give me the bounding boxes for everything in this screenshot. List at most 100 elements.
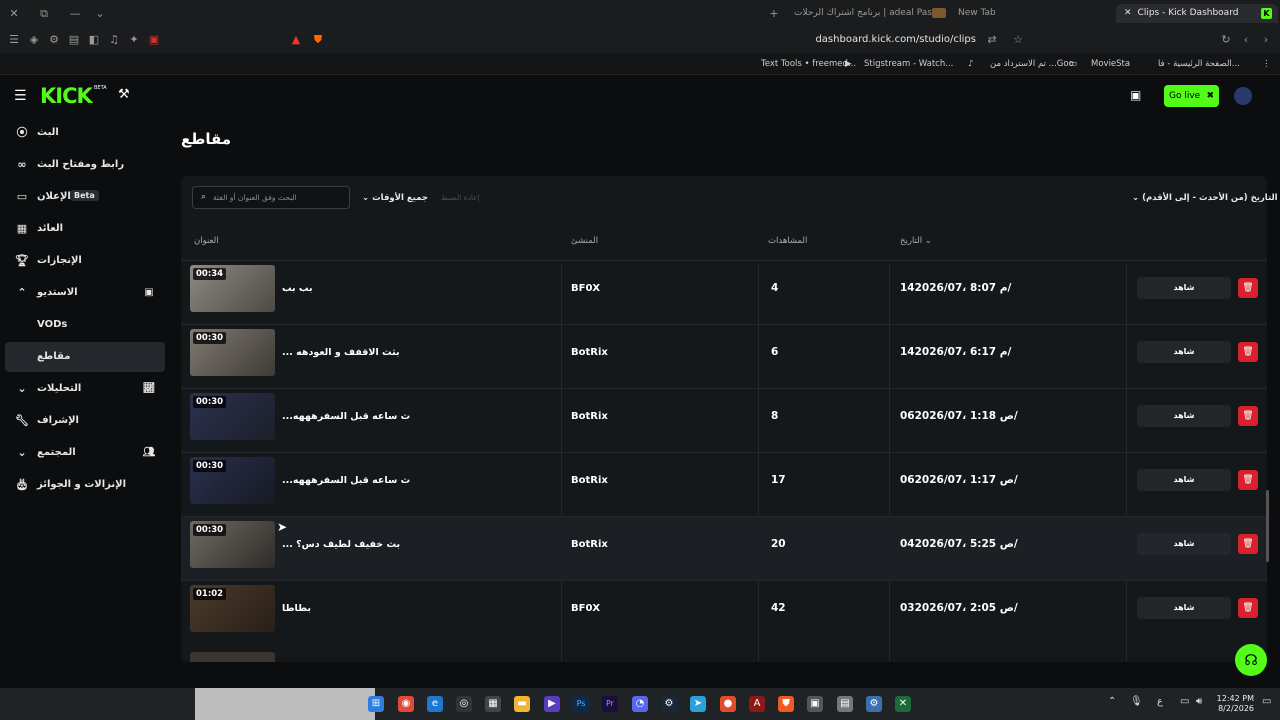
- clip-title[interactable]: ... بث خفيف لطيف دس؟: [282, 517, 400, 572]
- delete-button[interactable]: 🗑︎: [1238, 598, 1258, 618]
- reset-button[interactable]: إعادة الضبط: [441, 189, 480, 207]
- telegram-icon[interactable]: ➤: [690, 696, 706, 712]
- sidebar-icon[interactable]: ◧: [86, 27, 102, 53]
- bookmark-item[interactable]: Text Tools • freemed...: [761, 56, 856, 72]
- minimize-icon[interactable]: —: [67, 0, 83, 27]
- clip-thumbnail[interactable]: 00:34: [190, 265, 275, 312]
- media-icon[interactable]: ▶: [544, 696, 560, 712]
- bookmark-item[interactable]: MovieSta: [1091, 56, 1130, 72]
- adobe-icon[interactable]: A: [749, 696, 765, 712]
- avatar[interactable]: [1234, 87, 1252, 105]
- photoshop-icon[interactable]: Ps: [573, 696, 589, 712]
- chrome-icon[interactable]: ◉: [398, 696, 414, 712]
- scrollbar[interactable]: [1266, 490, 1269, 562]
- app-icon[interactable]: ▣: [807, 696, 823, 712]
- table-row[interactable]: 00:30 ...ث ساعه قبل السفرهههه BotRix 8 06ص 1…: [181, 388, 1267, 452]
- clip-title[interactable]: ...ث ساعه قبل السفرهههه: [282, 389, 410, 444]
- music-icon[interactable]: ♫: [106, 27, 122, 53]
- new-tab-icon[interactable]: +: [766, 0, 782, 27]
- more-icon[interactable]: ⋮: [1262, 56, 1271, 72]
- sidebar-item-ads[interactable]: ▭ الإعلان Beta: [0, 182, 166, 212]
- table-row[interactable]: 00:34 بب بب BF0X 4 14م 8:07 ،2026/07/شاهد 🗑︎: [181, 260, 1267, 324]
- hamburger-icon[interactable]: ☰: [14, 88, 27, 104]
- bookmark-icon[interactable]: ☆: [1010, 27, 1026, 53]
- start-icon[interactable]: ⊞: [368, 696, 384, 712]
- volume-icon[interactable]: 🔊︎: [1196, 696, 1202, 707]
- column-header-title[interactable]: العنوان: [194, 236, 219, 246]
- notification-icon[interactable]: ▭: [1262, 696, 1271, 707]
- delete-button[interactable]: 🗑︎: [1238, 278, 1258, 298]
- sidebar-item-drops[interactable]: 🎂︎ الإنزالات و الجوائز: [0, 470, 166, 500]
- screen-icon[interactable]: ▣: [1130, 88, 1141, 102]
- delete-button[interactable]: 🗑︎: [1238, 534, 1258, 554]
- brave-shield-icon[interactable]: ⛊: [310, 27, 326, 53]
- forward-icon[interactable]: ›: [1258, 27, 1274, 53]
- alert-icon[interactable]: ▲: [288, 27, 304, 53]
- bookmark-item[interactable]: الصفحة الرئيسية - فا...: [1158, 56, 1240, 72]
- time-filter-dropdown[interactable]: ⌄ جميع الأوقات: [362, 189, 428, 207]
- sidebar-item-stream-key[interactable]: ∞ رابط ومفتاح البث: [0, 150, 166, 180]
- tab-adeal[interactable]: برنامج اشتراك الرحلات | adeal Pass: [794, 4, 937, 23]
- search-input[interactable]: ⌕ البحث وفق العنوان أو الفئة: [192, 186, 350, 209]
- sidebar-item-studio[interactable]: ⌃ الاستديو ▣: [0, 278, 166, 308]
- steam-icon[interactable]: ⚙: [661, 696, 677, 712]
- clip-title[interactable]: بب بب: [282, 261, 313, 316]
- sidebar-item-clips[interactable]: مقاطع: [5, 342, 165, 372]
- clip-title[interactable]: ... بثث الاقفف و العودهه: [282, 325, 400, 380]
- app-icon[interactable]: ●: [720, 696, 736, 712]
- watch-button[interactable]: شاهد: [1137, 469, 1231, 491]
- gallery-icon[interactable]: ▤: [66, 27, 82, 53]
- clip-creator[interactable]: BotRix: [571, 453, 608, 508]
- sidebar-item-vods[interactable]: VODs: [0, 310, 166, 340]
- close-window-icon[interactable]: ✕: [6, 0, 22, 27]
- clip-title[interactable]: ...ث ساعه قبل السفرهههه: [282, 453, 410, 508]
- sidebar-item-moderation[interactable]: 🔧︎ الإشراف: [0, 406, 166, 436]
- column-header-views[interactable]: المشاهدات: [768, 236, 807, 246]
- reload-icon[interactable]: ↻: [1218, 27, 1234, 53]
- delete-button[interactable]: 🗑︎: [1238, 342, 1258, 362]
- clip-thumbnail[interactable]: 00:30: [190, 393, 275, 440]
- obs-icon[interactable]: ◎: [456, 696, 472, 712]
- tab-close-icon[interactable]: ✕: [1124, 8, 1132, 18]
- tune-icon[interactable]: ⇄: [984, 27, 1000, 53]
- clip-creator[interactable]: BF0X: [571, 581, 600, 636]
- bookmark-item[interactable]: Stigstream - Watch...: [864, 56, 953, 72]
- delete-button[interactable]: 🗑︎: [1238, 470, 1258, 490]
- clock[interactable]: 12:42 PM 8/2/2026: [1210, 694, 1254, 714]
- sort-dropdown[interactable]: ⌄ التاريخ (من الأحدث - إلى الأقدم): [1132, 189, 1278, 207]
- tab-new-tab[interactable]: New Tab: [958, 4, 996, 23]
- brave-icon[interactable]: ⛊: [778, 696, 794, 712]
- folder-icon[interactable]: ▬: [514, 696, 530, 712]
- clip-thumbnail[interactable]: 01:02: [190, 585, 275, 632]
- watch-button[interactable]: شاهد: [1137, 341, 1231, 363]
- sidebar-item-revenue[interactable]: ▦ العائد: [0, 214, 166, 244]
- clip-creator[interactable]: BotRix: [571, 325, 608, 380]
- table-row[interactable]: 00:30 ... بث خفيف لطيف دس؟ BotRix 20 04ص 5:2…: [181, 516, 1267, 580]
- watch-button[interactable]: شاهد: [1137, 277, 1231, 299]
- language-indicator[interactable]: ع: [1157, 696, 1163, 707]
- address-bar[interactable]: dashboard.kick.com/studio/clips: [330, 31, 1010, 49]
- tools-icon[interactable]: ⚒: [118, 87, 130, 102]
- column-header-date[interactable]: التاريخ ⌄: [900, 236, 932, 246]
- tab-clips-kick[interactable]: ✕ Clips - Kick Dashboard K: [1116, 4, 1278, 23]
- tab-list-icon[interactable]: ⌄: [92, 0, 108, 27]
- edge-icon[interactable]: e: [427, 696, 443, 712]
- bookmark-item[interactable]: تم الاسترداد من ...Goo: [990, 56, 1074, 72]
- table-row[interactable]: 01:02 بطاطا BF0X 42 03ص 2:05 ،2026/07/شاهد 🗑︎: [181, 580, 1267, 644]
- table-row[interactable]: 00:30 ... بثث الاقفف و العودهه BotRix 6 14م …: [181, 324, 1267, 388]
- sidebar-item-community[interactable]: ⌄ المجتمع 👥︎: [0, 438, 166, 468]
- extension-icon[interactable]: ✦: [126, 27, 142, 53]
- clip-creator[interactable]: BotRix: [571, 517, 608, 572]
- apps-icon[interactable]: ▦: [485, 696, 501, 712]
- support-chat-button[interactable]: ☊: [1235, 644, 1267, 676]
- record-icon[interactable]: ▣: [146, 27, 162, 53]
- sidebar-item-stream[interactable]: ⦿ البث: [0, 118, 166, 148]
- clip-creator[interactable]: BF0X: [571, 261, 600, 316]
- settings-icon[interactable]: ⚙: [866, 696, 882, 712]
- settings-icon[interactable]: ⚙: [46, 27, 62, 53]
- sidebar-item-achievements[interactable]: 🏆︎ الإنجازات: [0, 246, 166, 276]
- discord-icon[interactable]: ◔: [632, 696, 648, 712]
- delete-button[interactable]: 🗑︎: [1238, 406, 1258, 426]
- clip-title[interactable]: بطاطا: [282, 581, 311, 636]
- network-icon[interactable]: ▭: [1180, 696, 1189, 707]
